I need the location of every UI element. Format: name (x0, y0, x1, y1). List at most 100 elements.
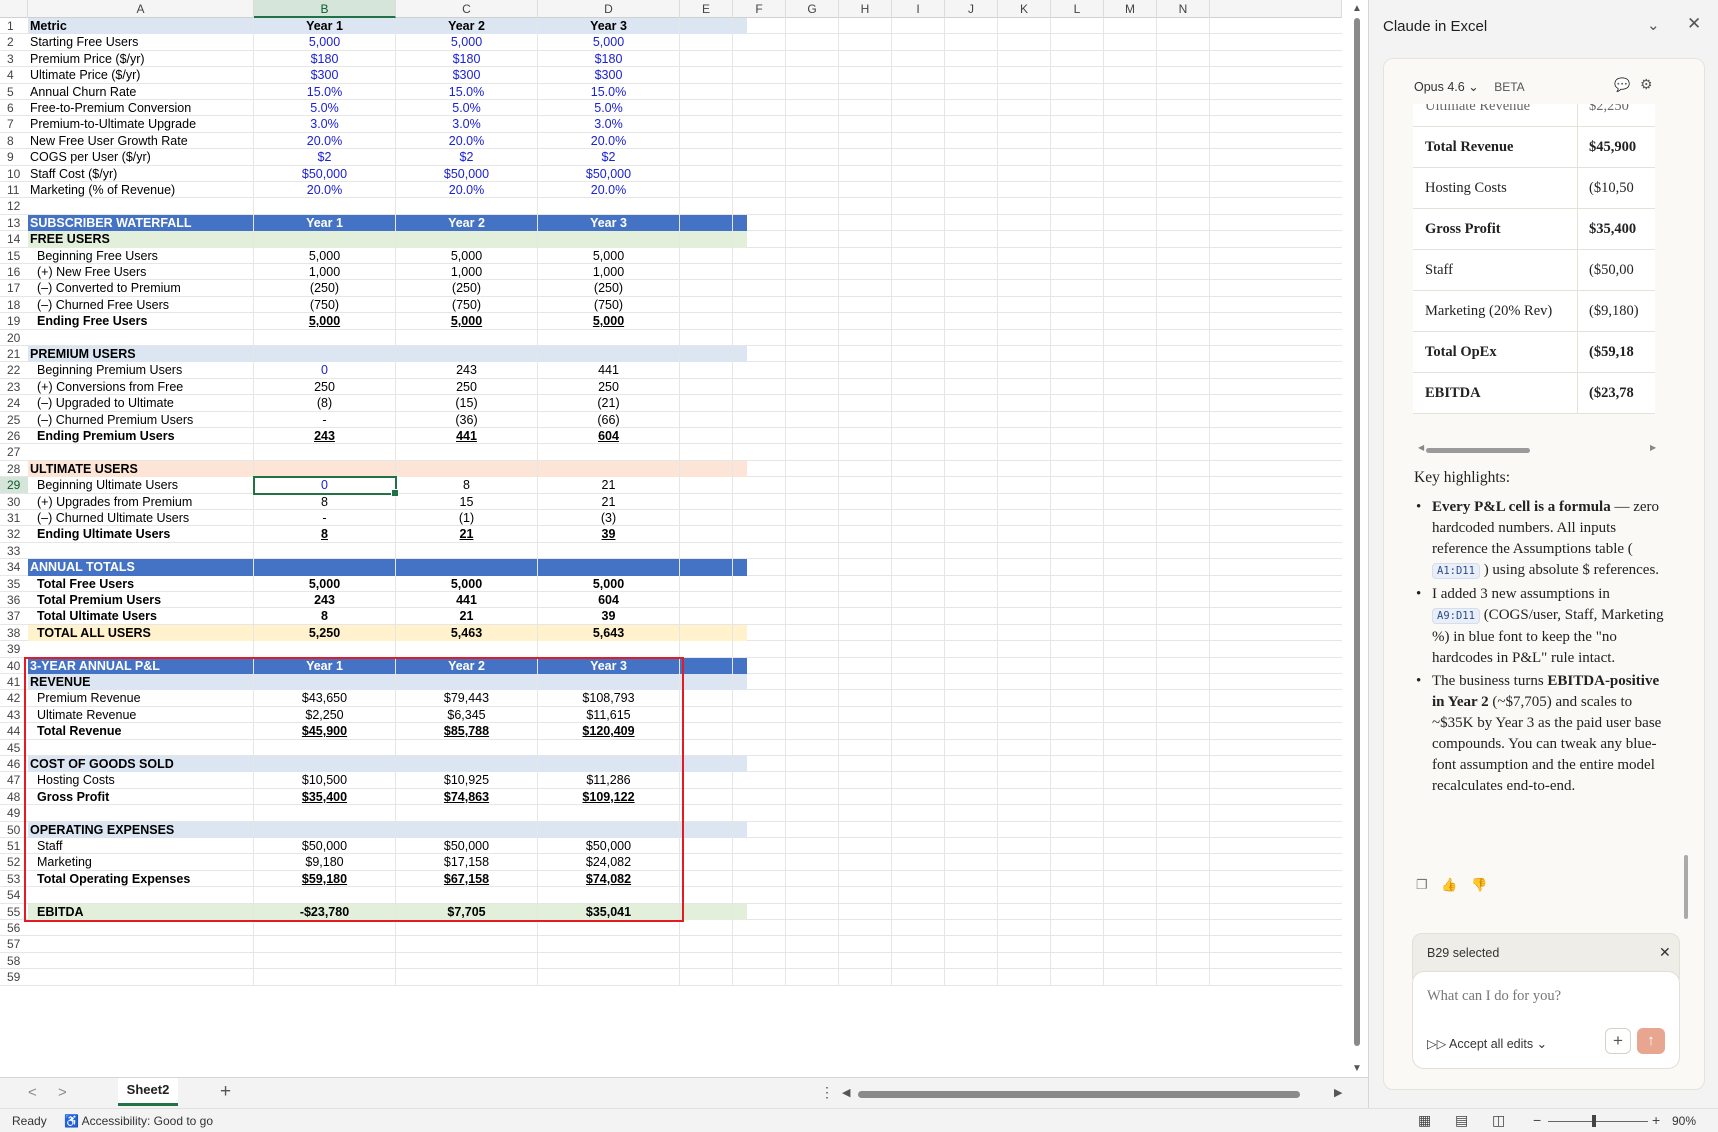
cell-n56[interactable] (1157, 920, 1210, 937)
cell-c43[interactable]: $6,345 (396, 706, 538, 724)
cell-k51[interactable] (998, 838, 1051, 855)
cell-c19[interactable]: 5,000 (396, 313, 538, 330)
cell-n21[interactable] (1157, 346, 1210, 363)
cell-k30[interactable] (998, 493, 1051, 510)
column-header-d[interactable]: D (538, 0, 680, 18)
cell-n10[interactable] (1157, 165, 1210, 182)
cell-a36[interactable]: Total Premium Users (28, 592, 254, 609)
cell-n46[interactable] (1157, 756, 1210, 773)
cell-m17[interactable] (1104, 280, 1157, 297)
cell-e51[interactable] (680, 838, 733, 855)
next-sheet-icon[interactable]: > (58, 1084, 67, 1101)
cell-f1[interactable] (733, 18, 786, 35)
cell-g9[interactable] (786, 149, 839, 166)
cell-g14[interactable] (786, 231, 839, 248)
cell-b8[interactable]: 20.0% (254, 132, 396, 150)
cell-b14[interactable] (254, 231, 396, 248)
cell-l43[interactable] (1051, 706, 1104, 724)
cell-j11[interactable] (945, 182, 998, 199)
cell-b29[interactable]: 0 (254, 477, 396, 494)
cell-d53[interactable]: $74,082 (538, 870, 680, 888)
cell-m13[interactable] (1104, 214, 1157, 232)
cell-h46[interactable] (839, 756, 892, 773)
cell-g13[interactable] (786, 214, 839, 232)
cell-f46[interactable] (733, 756, 786, 773)
cell-c28[interactable] (396, 460, 538, 478)
cell-i9[interactable] (892, 149, 945, 166)
cell-k32[interactable] (998, 526, 1051, 543)
cell-e59[interactable] (680, 969, 733, 986)
new-chat-icon[interactable]: 💬 (1614, 77, 1630, 93)
cell-k19[interactable] (998, 313, 1051, 330)
cell-a44[interactable]: Total Revenue (28, 723, 254, 740)
cell-a45[interactable] (28, 739, 254, 756)
cell-f36[interactable] (733, 592, 786, 609)
cell-b55[interactable]: -$23,780 (254, 903, 396, 920)
cell-d14[interactable] (538, 231, 680, 248)
cell-j53[interactable] (945, 870, 998, 888)
remove-selection-icon[interactable]: ✕ (1659, 944, 1671, 961)
cell-e57[interactable] (680, 936, 733, 953)
cell-a23[interactable]: (+) Conversions from Free (28, 378, 254, 396)
cell-n30[interactable] (1157, 493, 1210, 510)
cell-j23[interactable] (945, 378, 998, 396)
cell-d7[interactable]: 3.0% (538, 116, 680, 133)
row-header-19[interactable]: 19 (0, 313, 28, 330)
cell-m19[interactable] (1104, 313, 1157, 330)
row-header-3[interactable]: 3 (0, 50, 28, 68)
cell-l25[interactable] (1051, 411, 1104, 428)
cell-d5[interactable]: 15.0% (538, 83, 680, 100)
cell-f41[interactable] (733, 674, 786, 691)
cell-b16[interactable]: 1,000 (254, 264, 396, 281)
cell-g56[interactable] (786, 920, 839, 937)
cell-g53[interactable] (786, 870, 839, 888)
cell-i12[interactable] (892, 198, 945, 215)
cell-e29[interactable] (680, 477, 733, 494)
column-header-i[interactable]: I (892, 0, 945, 18)
cell-i7[interactable] (892, 116, 945, 133)
cell-f19[interactable] (733, 313, 786, 330)
cell-c13[interactable]: Year 2 (396, 214, 538, 232)
column-header-k[interactable]: K (998, 0, 1051, 18)
cell-j35[interactable] (945, 575, 998, 592)
cell-k26[interactable] (998, 428, 1051, 445)
cell-a10[interactable]: Staff Cost ($/yr) (28, 165, 254, 182)
cell-f8[interactable] (733, 132, 786, 150)
cell-k40[interactable] (998, 657, 1051, 674)
cell-f57[interactable] (733, 936, 786, 953)
cell-c18[interactable]: (750) (396, 296, 538, 314)
cell-f28[interactable] (733, 460, 786, 478)
cell-a24[interactable]: (–) Upgraded to Ultimate (28, 395, 254, 412)
row-header-27[interactable]: 27 (0, 444, 28, 461)
cell-j6[interactable] (945, 100, 998, 117)
cell-c52[interactable]: $17,158 (396, 854, 538, 871)
cell-e41[interactable] (680, 674, 733, 691)
cell-k58[interactable] (998, 952, 1051, 970)
cell-i10[interactable] (892, 165, 945, 182)
cell-e19[interactable] (680, 313, 733, 330)
cell-d52[interactable]: $24,082 (538, 854, 680, 871)
cell-c2[interactable]: 5,000 (396, 34, 538, 51)
cell-d20[interactable] (538, 329, 680, 346)
cell-h2[interactable] (839, 34, 892, 51)
cell-c25[interactable]: (36) (396, 411, 538, 428)
cell-b5[interactable]: 15.0% (254, 83, 396, 100)
cell-d31[interactable]: (3) (538, 510, 680, 527)
cell-i2[interactable] (892, 34, 945, 51)
cell-j32[interactable] (945, 526, 998, 543)
prompt-input[interactable] (1427, 988, 1657, 1005)
cell-g36[interactable] (786, 592, 839, 609)
cell-n36[interactable] (1157, 592, 1210, 609)
cell-k45[interactable] (998, 739, 1051, 756)
cell-n59[interactable] (1157, 969, 1210, 986)
cell-l28[interactable] (1051, 460, 1104, 478)
cell-c58[interactable] (396, 952, 538, 970)
cell-k10[interactable] (998, 165, 1051, 182)
cell-f48[interactable] (733, 788, 786, 806)
cell-d49[interactable] (538, 805, 680, 822)
cell-b33[interactable] (254, 542, 396, 560)
cell-l24[interactable] (1051, 395, 1104, 412)
cell-c33[interactable] (396, 542, 538, 560)
cell-f31[interactable] (733, 510, 786, 527)
cell-b9[interactable]: $2 (254, 149, 396, 166)
